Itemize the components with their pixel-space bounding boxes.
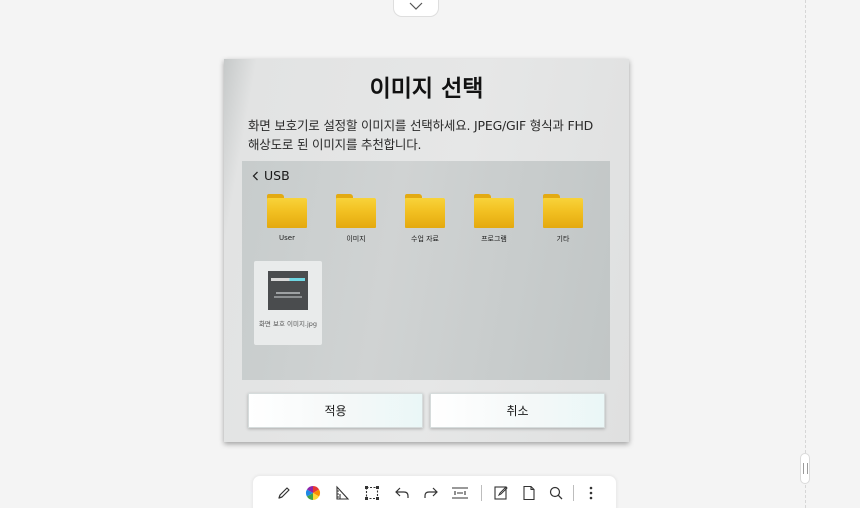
top-pull-tab[interactable]: [393, 0, 439, 17]
dialog-description: 화면 보호기로 설정할 이미지를 선택하세요. JPEG/GIF 형식과 FHD…: [248, 116, 613, 154]
folder-class-materials[interactable]: 수업 자료: [395, 190, 455, 246]
chevron-down-icon: [409, 2, 423, 10]
toolbar-divider: [573, 485, 574, 501]
image-thumbnail: [268, 271, 308, 310]
page-edge-divider: [805, 0, 806, 508]
description-line-1: 화면 보호기로 설정할 이미지를 선택하세요. JPEG/GIF 형식과 FHD: [248, 118, 594, 133]
breadcrumb-label: USB: [264, 168, 290, 183]
folder-label: 프로그램: [481, 235, 507, 243]
selection-icon[interactable]: [362, 483, 382, 503]
chevron-left-icon[interactable]: [252, 171, 259, 181]
apply-button[interactable]: 적용: [248, 393, 423, 428]
file-name: 화면 보호 이미지.jpg: [258, 320, 318, 328]
toolbar-divider: [481, 485, 482, 501]
folder-label: User: [279, 234, 295, 242]
edit-page-icon[interactable]: [491, 483, 511, 503]
breadcrumb[interactable]: USB: [252, 168, 290, 183]
file-item-image[interactable]: 화면 보호 이미지.jpg: [254, 261, 322, 345]
folder-label: 이미지: [346, 235, 366, 243]
folder-programs[interactable]: 프로그램: [464, 190, 524, 246]
color-wheel-icon[interactable]: [303, 483, 323, 503]
cancel-button[interactable]: 취소: [430, 393, 605, 428]
folder-icon: [336, 194, 376, 229]
folder-icon: [543, 194, 583, 229]
image-select-dialog: 이미지 선택 화면 보호기로 설정할 이미지를 선택하세요. JPEG/GIF …: [224, 59, 629, 442]
folder-user[interactable]: User: [257, 190, 317, 246]
side-drag-handle[interactable]: [800, 453, 810, 484]
folder-label: 수업 자료: [411, 235, 439, 243]
folder-icon: [405, 194, 445, 229]
folder-icon: [474, 194, 514, 229]
description-line-2: 해상도로 된 이미지를 추천합니다.: [248, 137, 422, 152]
folder-images[interactable]: 이미지: [326, 190, 386, 246]
page-icon[interactable]: [519, 483, 539, 503]
folder-other[interactable]: 기타: [533, 190, 593, 246]
folder-label: 기타: [556, 235, 570, 243]
redo-icon[interactable]: [421, 483, 441, 503]
undo-icon[interactable]: [392, 483, 412, 503]
fit-width-icon[interactable]: [450, 483, 470, 503]
ruler-icon[interactable]: [332, 483, 352, 503]
folder-icon: [267, 194, 307, 229]
dialog-title: 이미지 선택: [369, 76, 484, 102]
pen-icon[interactable]: [274, 483, 294, 503]
file-browser: USB User 이미지 수업 자료 프로그램 기타 화면 보호 이미지.jpg: [242, 161, 610, 380]
bottom-toolbar: [252, 475, 617, 508]
more-icon[interactable]: [581, 483, 601, 503]
search-icon[interactable]: [546, 483, 566, 503]
